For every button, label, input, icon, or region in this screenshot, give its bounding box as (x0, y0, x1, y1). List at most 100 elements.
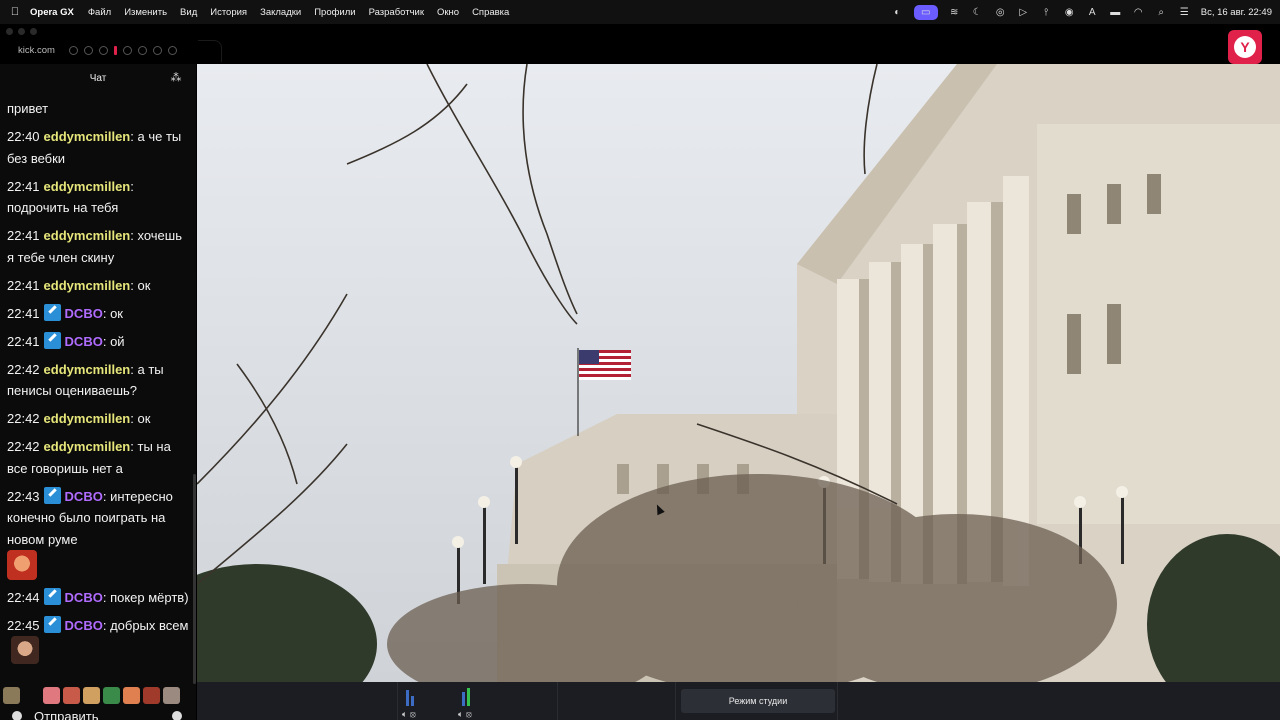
menu-profiles[interactable]: Профили (314, 7, 355, 18)
emote-gap (23, 686, 40, 704)
menu-history[interactable]: История (210, 7, 247, 18)
message-username[interactable]: DCBO (65, 618, 103, 633)
divider (675, 682, 676, 720)
video-player[interactable] (197, 64, 1280, 682)
keyboard-layout-icon[interactable]: A (1086, 6, 1099, 19)
maximize-window-icon[interactable] (30, 28, 37, 35)
studio-controls: 🔈︎ ⦻ 🔈︎ ⦻ Режим студии (197, 682, 1280, 720)
menu-bookmarks[interactable]: Закладки (260, 7, 301, 18)
shield-icon[interactable] (83, 45, 93, 55)
chat-message: 22:42 eddymcmillen: а ты пенисы оцениваеш… (7, 359, 191, 402)
message-username[interactable]: DCBO (65, 489, 103, 504)
message-username[interactable]: eddymcmillen (44, 179, 131, 194)
moon-icon[interactable]: ☾ (971, 6, 984, 19)
play-icon[interactable] (98, 45, 108, 55)
message-colon: : (102, 589, 111, 605)
message-text: ок (137, 411, 151, 426)
emote-icon[interactable] (163, 686, 180, 704)
minimize-window-icon[interactable] (18, 28, 25, 35)
message-username[interactable]: eddymcmillen (44, 411, 131, 426)
user-icon[interactable]: ◉ (1063, 6, 1076, 19)
address-bar[interactable]: kick.com (0, 36, 196, 64)
divider (837, 682, 838, 720)
chat-message: 22:45 DCBO: добрых всем (7, 615, 191, 664)
download-icon[interactable] (167, 45, 177, 55)
menu-window[interactable]: Окно (437, 7, 459, 18)
chat-message: 22:43 DCBO: интересно конечно было поигра… (7, 486, 191, 580)
menu-file[interactable]: Файл (88, 7, 111, 18)
message-username[interactable]: eddymcmillen (44, 228, 131, 243)
window-controls (6, 28, 37, 35)
emote-image (11, 636, 39, 664)
audio-meters: 🔈︎ ⦻ 🔈︎ ⦻ (402, 686, 476, 720)
message-text: добрых всем (110, 617, 189, 633)
emote-icon[interactable] (103, 686, 120, 704)
screen-mirror-icon[interactable]: ▭ (913, 4, 938, 20)
emote-icon[interactable] (123, 686, 140, 704)
record-icon[interactable] (122, 45, 132, 55)
close-window-icon[interactable] (6, 28, 13, 35)
search-icon[interactable]: ⌕ (1155, 6, 1168, 19)
control-center-icon[interactable]: ☰ (1178, 6, 1191, 19)
battery-icon[interactable]: ▬ (1109, 6, 1122, 19)
wifi-sign-icon[interactable]: ⫯ (1040, 6, 1053, 19)
emote-icon[interactable] (143, 686, 160, 704)
message-colon: : (102, 617, 111, 633)
send-button[interactable]: Отправить (34, 709, 98, 720)
meter-bar (462, 692, 465, 706)
url-text[interactable]: kick.com (18, 45, 55, 56)
chat-message: 22:42 eddymcmillen: ты на все говоришь не… (7, 436, 191, 479)
cube-icon[interactable] (152, 45, 162, 55)
extension-icon[interactable] (137, 45, 147, 55)
stream-frame (197, 64, 1280, 682)
send-row: Отправить (0, 706, 196, 720)
message-username[interactable]: eddymcmillen (44, 129, 131, 144)
emote-icon[interactable] (43, 686, 60, 704)
volume-icon[interactable]: 🔈︎ ⦻ (402, 709, 416, 720)
clock[interactable]: Вс, 16 авг. 22:49 (1201, 7, 1272, 18)
volume-icon[interactable]: 🔈︎ ⦻ (458, 709, 472, 720)
emote-icon[interactable] (83, 686, 100, 704)
menu-view[interactable]: Вид (180, 7, 197, 18)
chat-scrollbar[interactable] (193, 474, 196, 684)
emote-icon[interactable] (3, 686, 20, 704)
chat-message: 22:42 eddymcmillen: ок (7, 408, 191, 430)
wifi-icon[interactable]: ◠ (1132, 6, 1145, 19)
chat-header: Чат ⁂ (0, 64, 196, 92)
status-icons: ◐ ▭ ≋ ☾ ◎ ▷ ⫯ ◉ A ▬ ◠ ⌕ ☰ Вс, 16 авг. 22… (891, 0, 1272, 24)
message-time: 22:43 (7, 488, 40, 504)
message-time: 22:42 (7, 439, 40, 454)
audio-icon[interactable]: ≋ (948, 6, 961, 19)
message-username[interactable]: eddymcmillen (44, 439, 131, 454)
message-colon: : (102, 333, 111, 349)
zoom-icon[interactable] (68, 45, 78, 55)
studio-mode-button[interactable]: Режим студии (681, 689, 835, 713)
app-menu[interactable]: Opera GX (30, 7, 74, 18)
message-text: ок (137, 277, 151, 293)
message-username[interactable]: eddymcmillen (44, 278, 131, 293)
toggle-icon[interactable] (172, 711, 182, 720)
chat-title: Чат (89, 72, 107, 84)
users-icon[interactable]: ⁂ (170, 72, 182, 84)
menu-edit[interactable]: Изменить (124, 7, 167, 18)
menu-developer[interactable]: Разработчик (369, 7, 424, 18)
sync-icon[interactable]: ◎ (994, 6, 1007, 19)
settings-icon[interactable] (12, 711, 22, 720)
emote-icon[interactable] (63, 686, 80, 704)
audio-meter-1: 🔈︎ ⦻ (402, 686, 420, 720)
divider (397, 682, 398, 720)
meter-bar (411, 696, 414, 706)
menu-help[interactable]: Справка (472, 7, 509, 18)
message-username[interactable]: eddymcmillen (44, 362, 131, 377)
yandex-extension-button[interactable]: Y (1228, 30, 1262, 64)
chat-message: 22:41 DCBO: ок (7, 303, 191, 325)
apple-icon[interactable]:  (8, 6, 22, 18)
vpn-icon[interactable]: ◐ (891, 6, 904, 19)
message-time: 22:40 (7, 129, 40, 144)
message-username[interactable]: DCBO (65, 306, 103, 321)
message-username[interactable]: DCBO (65, 590, 103, 605)
message-time: 22:41 (7, 277, 40, 293)
play-icon[interactable]: ▷ (1017, 6, 1030, 19)
moderator-badge-icon (43, 303, 61, 321)
message-username[interactable]: DCBO (65, 334, 103, 349)
